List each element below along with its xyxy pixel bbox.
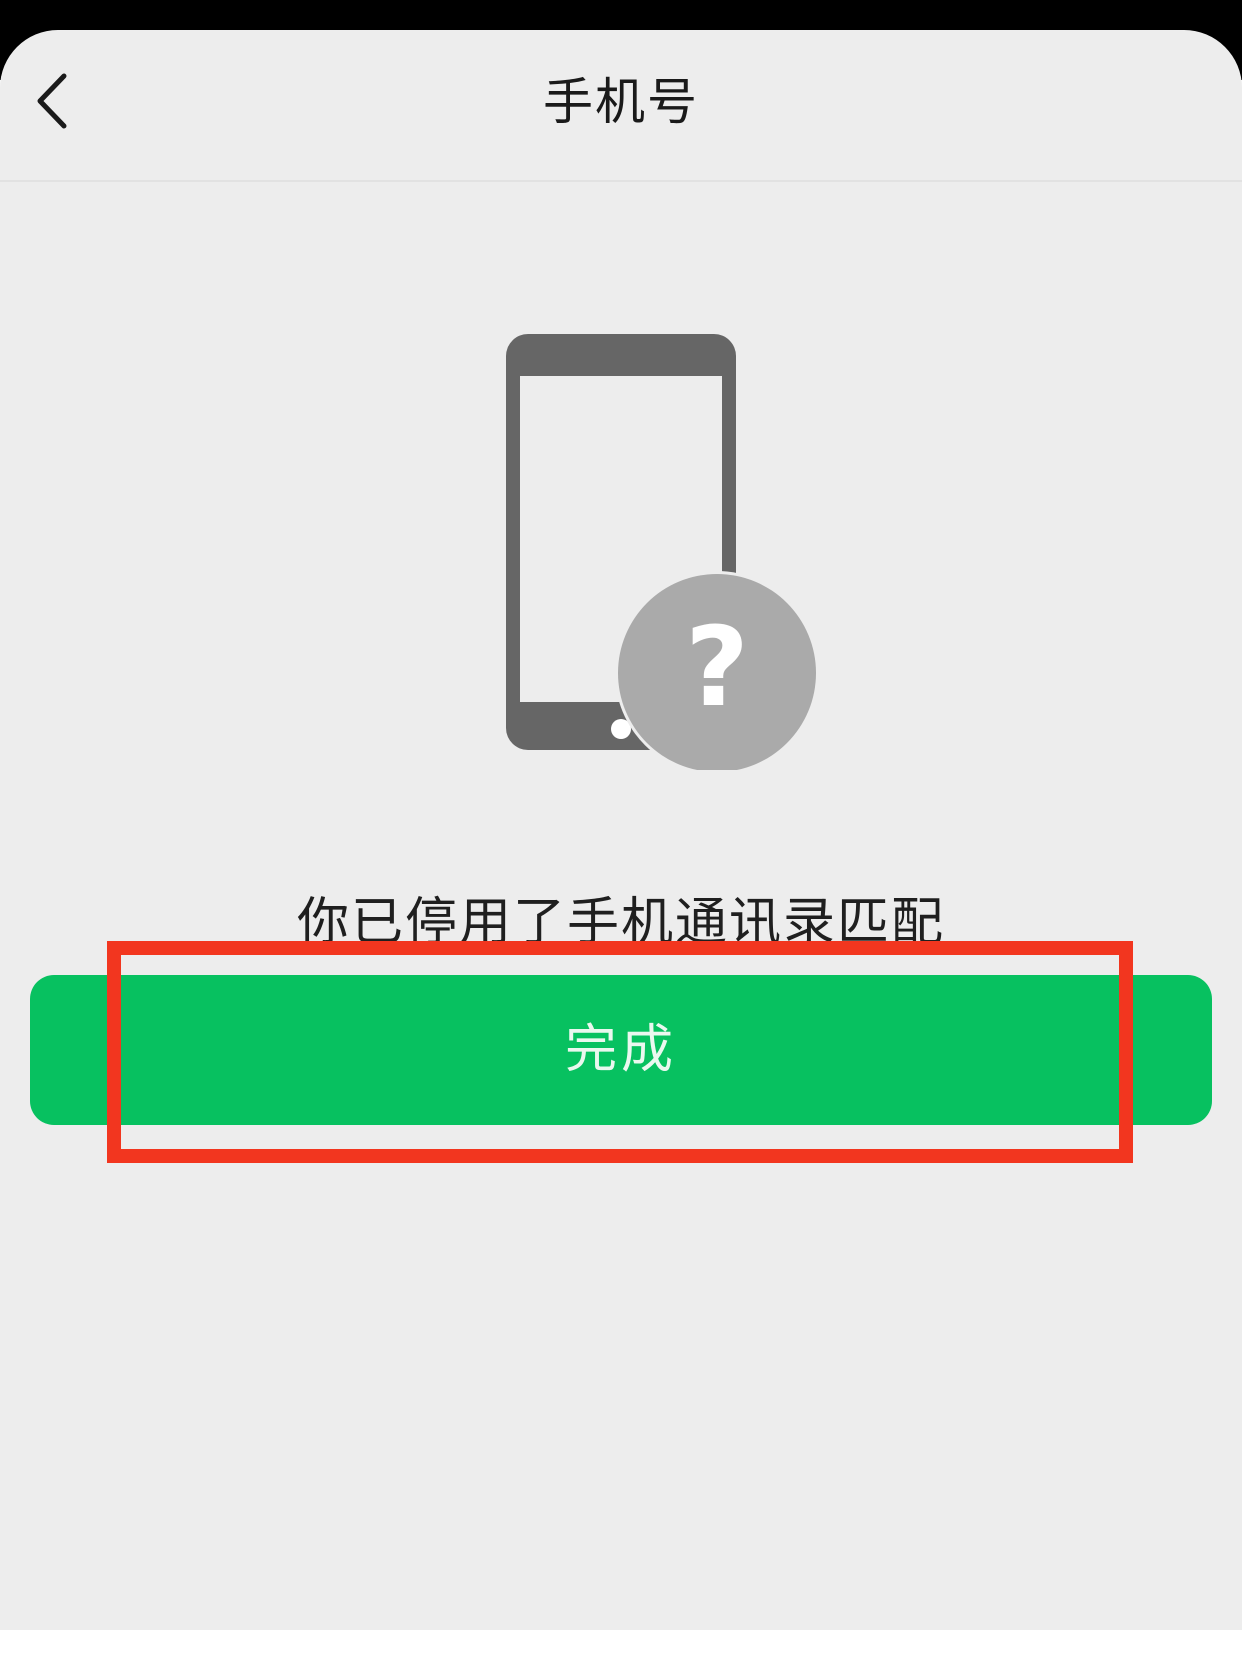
page-title: 手机号 [543,73,699,131]
status-message: 你已停用了手机通讯录匹配 [296,893,945,953]
bottom-edge [0,1630,1242,1660]
question-mark-glyph: ? [685,603,749,731]
done-button[interactable]: 完成 [30,975,1212,1125]
phone-number-screen: 手机号 ? 你已停用了手机通讯录匹配 [0,30,1242,1630]
navigation-bar: 手机号 [0,30,1242,182]
question-mark-icon: ? [615,571,819,770]
phone-illustration: ? [500,320,830,770]
